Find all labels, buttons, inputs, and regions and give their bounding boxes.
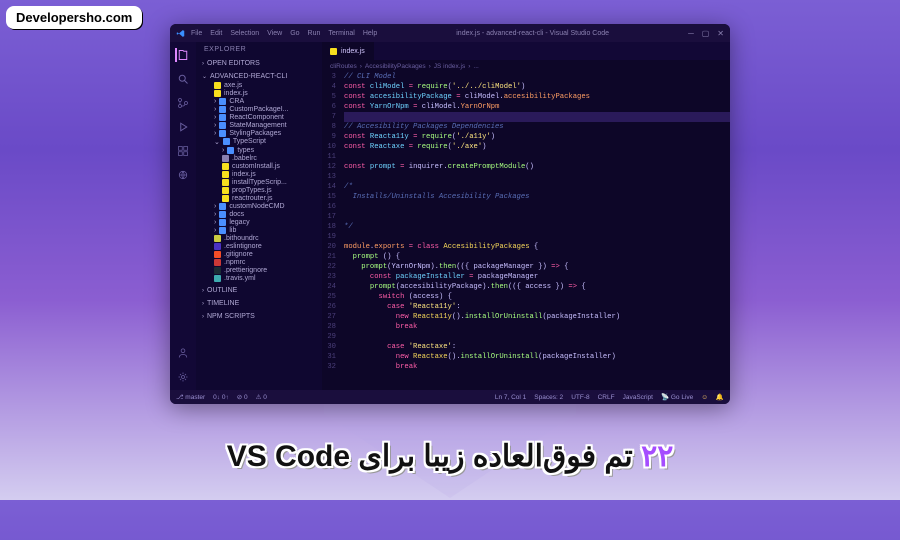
git-sync[interactable]: 0↓ 0↑ <box>213 394 229 401</box>
tree-item[interactable]: › CRA <box>204 97 318 105</box>
search-icon[interactable] <box>176 72 190 86</box>
tree-item[interactable]: .bithoundrc <box>204 234 318 242</box>
tree-item[interactable]: › docs <box>204 210 318 218</box>
tree-item[interactable]: › CustomPackageI... <box>204 105 318 113</box>
menu-terminal[interactable]: Terminal <box>328 30 354 37</box>
feedback-icon[interactable]: ☺ <box>701 394 708 401</box>
code-editor[interactable]: 3456789101112131415161718192021222324252… <box>322 72 730 390</box>
menu-edit[interactable]: Edit <box>210 30 222 37</box>
account-icon[interactable] <box>176 346 190 360</box>
breadcrumb-segment[interactable]: AccesibilityPackages <box>365 63 426 70</box>
editor-tab[interactable]: index.js <box>322 42 374 60</box>
debug-icon[interactable] <box>176 120 190 134</box>
eol[interactable]: CRLF <box>598 394 615 401</box>
window-title: index.js - advanced-react-cli - Visual S… <box>377 30 688 37</box>
tree-item[interactable]: › StylingPackages <box>204 129 318 137</box>
sidebar: EXPLORER ›OPEN EDITORS ⌄ADVANCED-REACT-C… <box>196 42 322 390</box>
tree-item[interactable]: propTypes.js <box>204 186 318 194</box>
tree-item[interactable]: .babelrc <box>204 154 318 162</box>
explorer-icon[interactable] <box>175 48 189 62</box>
menu-go[interactable]: Go <box>290 30 299 37</box>
status-bar: ⎇ master 0↓ 0↑ ⊘ 0 ⚠ 0 Ln 7, Col 1 Space… <box>170 390 730 404</box>
activity-bar <box>170 42 196 390</box>
breadcrumb-segment[interactable]: cliRoutes <box>330 63 357 70</box>
headline-text: تم فوق‌العاده زیبا برای VS Code <box>227 440 641 473</box>
menu-file[interactable]: File <box>191 30 202 37</box>
tree-item[interactable]: › lib <box>204 226 318 234</box>
go-live[interactable]: 📡 Go Live <box>661 393 693 401</box>
menu-run[interactable]: Run <box>308 30 321 37</box>
menu-bar: File Edit Selection View Go Run Terminal Help <box>191 30 377 37</box>
tree-item[interactable]: index.js <box>204 170 318 178</box>
outline-section[interactable]: ›OUTLINE <box>200 286 318 295</box>
tree-item[interactable]: › types <box>204 146 318 154</box>
cursor-position[interactable]: Ln 7, Col 1 <box>495 394 526 401</box>
remote-icon[interactable] <box>176 168 190 182</box>
vscode-window: File Edit Selection View Go Run Terminal Help i… <box>170 24 730 404</box>
editor-area: index.js cliRoutes›AccesibilityPackages›… <box>322 42 730 390</box>
timeline-section[interactable]: ›TIMELINE <box>200 299 318 308</box>
breadcrumb-segment[interactable]: ... <box>473 63 478 70</box>
close-button[interactable]: ✕ <box>717 29 724 38</box>
tree-item[interactable]: axe.js <box>204 81 318 89</box>
notifications-icon[interactable]: 🔔 <box>716 393 724 401</box>
menu-view[interactable]: View <box>267 30 282 37</box>
indent-info[interactable]: Spaces: 2 <box>534 394 563 401</box>
project-section[interactable]: ⌄ADVANCED-REACT-CLI <box>200 72 318 81</box>
gear-icon[interactable] <box>176 370 190 384</box>
open-editors-section[interactable]: ›OPEN EDITORS <box>200 59 318 68</box>
tree-item[interactable]: .travis.yml <box>204 274 318 282</box>
sidebar-panel-title: EXPLORER <box>196 42 322 57</box>
site-badge: Developersho.com <box>6 6 142 29</box>
tree-item[interactable]: › ReactComponent <box>204 113 318 121</box>
errors-count[interactable]: ⊘ 0 <box>237 393 248 401</box>
tree-item[interactable]: installTypeScrip... <box>204 178 318 186</box>
breadcrumb-segment[interactable]: JS index.js <box>434 63 465 70</box>
tree-item[interactable]: › StateManagement <box>204 121 318 129</box>
tree-item[interactable]: index.js <box>204 89 318 97</box>
breadcrumbs[interactable]: cliRoutes›AccesibilityPackages›JS index.… <box>322 60 730 72</box>
encoding[interactable]: UTF-8 <box>571 394 589 401</box>
tree-item[interactable]: .eslintignore <box>204 242 318 250</box>
tree-item[interactable]: ⌄ TypeScript <box>204 137 318 146</box>
tree-item[interactable]: › legacy <box>204 218 318 226</box>
minimize-button[interactable]: ─ <box>688 29 694 38</box>
tree-item[interactable]: .npmrc <box>204 258 318 266</box>
git-branch[interactable]: ⎇ master <box>176 393 205 401</box>
editor-tabs: index.js <box>322 42 730 60</box>
maximize-button[interactable]: ▢ <box>702 29 710 38</box>
line-gutter: 3456789101112131415161718192021222324252… <box>322 72 340 390</box>
extensions-icon[interactable] <box>176 144 190 158</box>
tree-item[interactable]: reactrouter.js <box>204 194 318 202</box>
titlebar: File Edit Selection View Go Run Terminal Help i… <box>170 24 730 42</box>
tree-item[interactable]: customInstall.js <box>204 162 318 170</box>
window-controls: ─ ▢ ✕ <box>688 29 724 38</box>
npm-scripts-section[interactable]: ›NPM SCRIPTS <box>200 312 318 321</box>
vscode-icon <box>176 29 185 38</box>
source-control-icon[interactable] <box>176 96 190 110</box>
tree-item[interactable]: .gitignore <box>204 250 318 258</box>
tree-item[interactable]: › customNodeCMD <box>204 202 318 210</box>
code-lines[interactable]: // CLI Modelconst cliModel = require('..… <box>340 72 730 390</box>
menu-help[interactable]: Help <box>363 30 377 37</box>
warnings-count[interactable]: ⚠ 0 <box>256 393 267 401</box>
menu-selection[interactable]: Selection <box>230 30 259 37</box>
language-mode[interactable]: JavaScript <box>623 394 653 401</box>
tree-item[interactable]: .prettierignore <box>204 266 318 274</box>
headline-number: ۲۲ <box>641 440 673 473</box>
headline: ۲۲ تم فوق‌العاده زیبا برای VS Code <box>0 439 900 474</box>
